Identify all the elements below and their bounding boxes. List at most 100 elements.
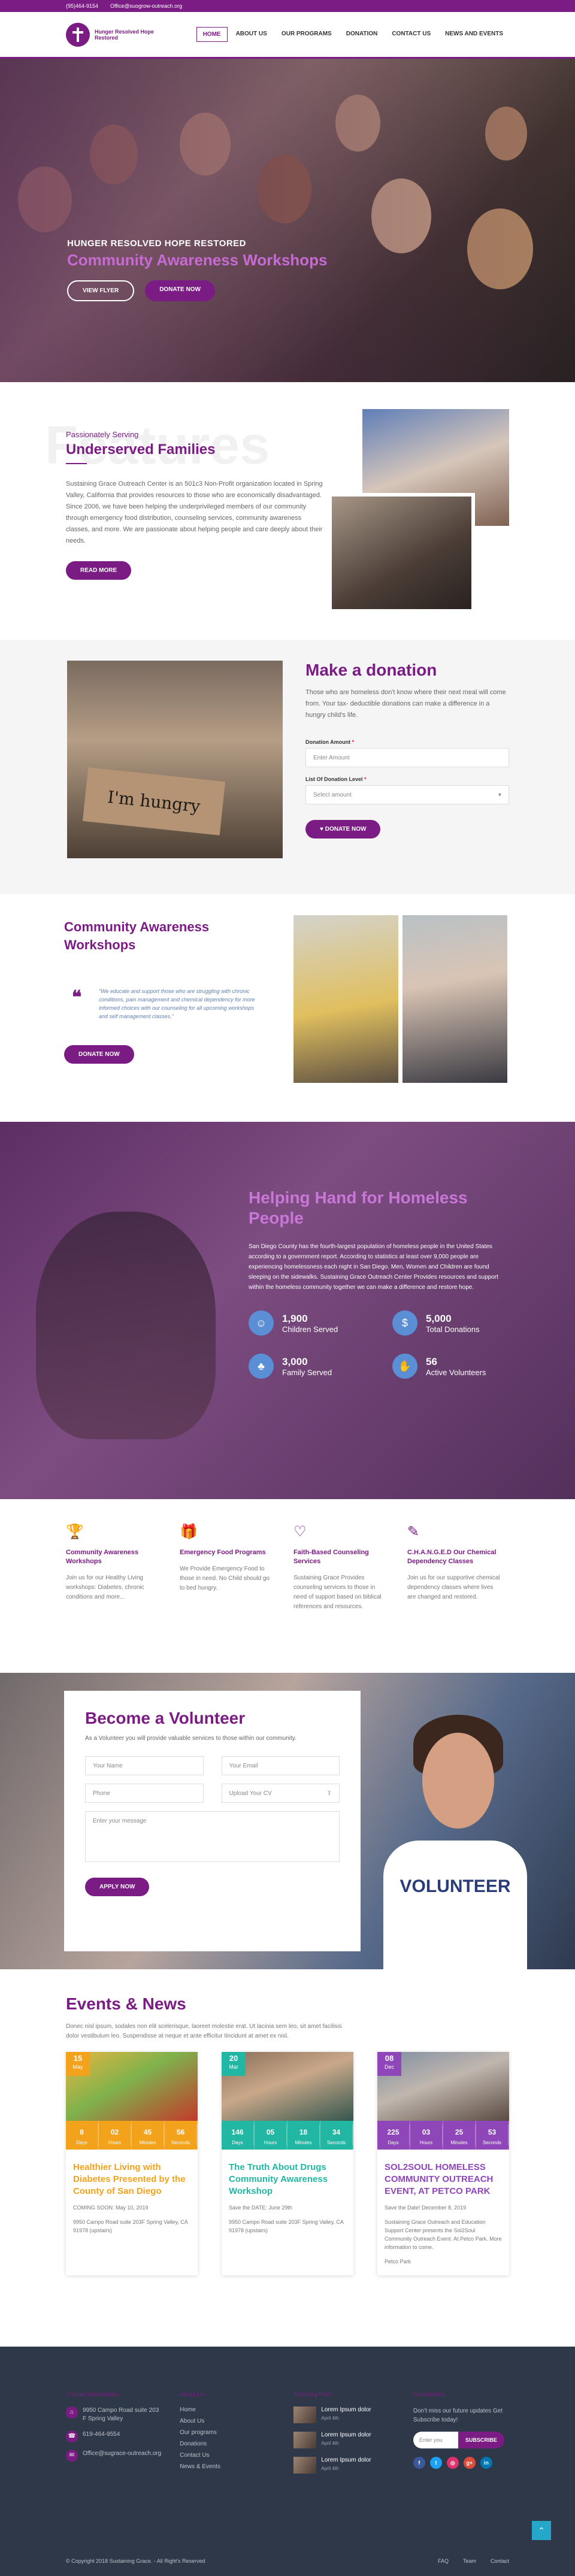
event-address: 9950 Campo Road suite 203F Spring Valley… (73, 2219, 188, 2233)
event-card[interactable]: 08 Dec 225 Days 03 Hours 25 Minutes 53 Second… (377, 2052, 509, 2275)
footer-contact: Contact Information ⌂ 9950 Campo Road sui… (66, 2392, 162, 2482)
workshop-quote: "We educate and support those who are st… (99, 988, 255, 1019)
event-title[interactable]: SOL2SOUL HOMELESS COMMUNITY OUTREACH EVE… (385, 2162, 502, 2197)
newsletter-text: Don't miss our future updates Get Subscr… (413, 2408, 503, 2423)
footer-link-home[interactable]: Home (180, 2407, 276, 2413)
twitter-icon[interactable]: t (429, 2457, 442, 2469)
volunteer-subtitle: As a Volunteer you will provide valuable… (85, 1735, 296, 1742)
service-title: Faith-Based Counseling Services (293, 1549, 369, 1565)
subscribe-button[interactable]: SUBSCRIBE (458, 2432, 504, 2448)
event-title[interactable]: The Truth About Drugs Community Awarenes… (229, 2162, 346, 2197)
donation-level-select[interactable]: Select amount ▾ (305, 785, 509, 804)
nav-donation[interactable]: DONATION (340, 27, 384, 42)
trending-post[interactable]: Lorem Ipsum dolor April 4th (293, 2457, 395, 2474)
service-food[interactable]: 🎁 Emergency Food Programs We Provide Eme… (180, 1523, 276, 1673)
upload-icon: ⇪ (326, 1790, 332, 1797)
footer-email[interactable]: Office@sugrace-outreach.org (83, 2450, 161, 2462)
amount-label: Donation Amount (305, 739, 351, 745)
footer-phone[interactable]: 619-464-9554 (83, 2430, 120, 2442)
topbar-email[interactable]: Office@suogrow-outreach.org (110, 3, 182, 9)
workshop-photo-1 (293, 915, 398, 1083)
trophy-icon: 🏆 (66, 1524, 84, 1540)
workshop-donate-button[interactable]: DONATE NOW (64, 1045, 134, 1064)
amount-input[interactable]: Enter Amount (305, 748, 509, 767)
title-underline (66, 463, 87, 464)
event-date: Save the Date! December 8, 2019 (385, 2205, 467, 2211)
post-thumbnail (293, 2407, 317, 2423)
cv-upload-field[interactable]: Upload Your CV ⇪ (221, 1784, 340, 1803)
stat-label: Children Served (282, 1324, 338, 1334)
event-address: Sustaining Grace Outreach and Education … (385, 2219, 502, 2250)
nav-contact[interactable]: CONTACT US (386, 27, 437, 42)
facebook-icon[interactable]: f (413, 2457, 425, 2469)
service-text: Join us for our supportive chemical depe… (407, 1575, 500, 1600)
level-select-value: Select amount (313, 791, 352, 798)
footer-link-about[interactable]: About Us (180, 2418, 276, 2424)
workshop-section: Community Awareness Workshops ❝ "We educ… (0, 894, 575, 1122)
google-plus-icon[interactable]: g+ (463, 2457, 476, 2469)
view-flyer-button[interactable]: VIEW FLYER (67, 280, 135, 301)
stat-number: 56 (426, 1355, 437, 1367)
scroll-to-top-icon[interactable]: ⌃ (532, 2521, 551, 2540)
event-title[interactable]: Healthier Living with Diabetes Presented… (73, 2162, 190, 2197)
event-address: 9950 Campo Road suite 203F Spring Valley… (229, 2219, 344, 2233)
features-kicker: Passionately Serving (66, 430, 139, 439)
donation-paragraph: Those who are homeless don't know where … (305, 689, 506, 719)
footer-link-donations[interactable]: Donations (180, 2441, 276, 2447)
level-label: List Of Donation Level (305, 776, 363, 782)
homeless-person-photo (36, 1212, 216, 1439)
service-text: We Provide Emergency Food to those in ne… (180, 1566, 270, 1591)
service-changed[interactable]: ✎ C.H.A.N.G.E.D Our Chemical Dependency … (407, 1523, 503, 1673)
message-field[interactable]: Enter your message (85, 1811, 340, 1862)
donation-form: Make a donation Those who are homeless d… (305, 661, 509, 839)
event-card[interactable]: 15 May 8 Days 02 Hours 45 Minutes 56 Seconds … (66, 2052, 198, 2275)
trending-post[interactable]: Lorem Ipsum dolor April 4th (293, 2407, 395, 2423)
helping-paragraph: San Diego County has the fourth-largest … (249, 1243, 498, 1291)
linkedin-icon[interactable]: in (480, 2457, 492, 2469)
donate-now-button[interactable]: ♥ DONATE NOW (305, 820, 381, 839)
stat-donations: $ 5,000 Total Donations (392, 1310, 512, 1336)
trending-post[interactable]: Lorem Ipsum dolor April 4th (293, 2432, 395, 2448)
service-counseling[interactable]: ♡ Faith-Based Counseling Services Sustai… (293, 1523, 389, 1673)
footer-posts: Trending Post Lorem Ipsum dolor April 4th… (293, 2392, 395, 2482)
event-date-badge: 08 Dec (377, 2052, 401, 2076)
helping-section: Helping Hand for Homeless People San Die… (0, 1122, 575, 1499)
nav-about[interactable]: ABOUT US (230, 27, 273, 42)
apply-now-button[interactable]: APPLY NOW (85, 1878, 150, 1896)
topbar-phone[interactable]: (95)464-9154 (66, 3, 98, 9)
phone-field[interactable]: Phone (85, 1784, 204, 1803)
hero-title: Community Awareness Workshops (67, 251, 328, 269)
instagram-icon[interactable]: ◎ (446, 2457, 459, 2469)
newsletter-email-input[interactable]: Enter you (413, 2432, 458, 2448)
quote-icon: ❝ (72, 988, 82, 1007)
services-section: 🏆 Community Awareness Workshops Join us … (0, 1499, 575, 1673)
footer-team-link[interactable]: Team (463, 2558, 476, 2564)
location-icon: ⌂ (66, 2407, 78, 2418)
donate-now-label: DONATE NOW (325, 826, 367, 833)
elderly-man-photo (328, 493, 475, 613)
nav-programs[interactable]: OUR PROGRAMS (276, 27, 338, 42)
footer-link-news[interactable]: News & Events (180, 2463, 276, 2470)
heart-icon: ♥ (320, 826, 325, 833)
hero-donate-button[interactable]: DONATE NOW (145, 280, 215, 301)
email-field[interactable]: Your Email (221, 1756, 340, 1775)
footer-contact-link[interactable]: Contact (491, 2558, 509, 2564)
event-date-badge: 20 Mar (222, 2052, 246, 2076)
email-icon: ✉ (66, 2450, 78, 2462)
event-card[interactable]: 20 Mar 146 Days 05 Hours 18 Minutes 34 Second… (222, 2052, 353, 2275)
service-title: Emergency Food Programs (180, 1549, 266, 1556)
post-title: Lorem Ipsum dolor (321, 2432, 371, 2438)
nav-home[interactable]: HOME (196, 27, 228, 42)
footer-faq-link[interactable]: FAQ (438, 2558, 449, 2564)
event-date-badge: 15 May (66, 2052, 90, 2076)
volunteer-section: VOLUNTEER Become a Volunteer As a Volunt… (0, 1673, 575, 1969)
post-date: April 4th (321, 2415, 339, 2421)
footer-link-programs[interactable]: Our programs (180, 2429, 276, 2436)
footer-link-contact[interactable]: Contact Us (180, 2452, 276, 2459)
service-workshops[interactable]: 🏆 Community Awareness Workshops Join us … (66, 1523, 162, 1673)
name-field[interactable]: Your Name (85, 1756, 204, 1775)
workshop-photo-2 (402, 915, 507, 1083)
read-more-button[interactable]: READ MORE (66, 561, 132, 580)
nav-news[interactable]: NEWS AND EVENTS (439, 27, 509, 42)
logo[interactable]: Hunger Resolved Hope Restored (66, 22, 172, 47)
